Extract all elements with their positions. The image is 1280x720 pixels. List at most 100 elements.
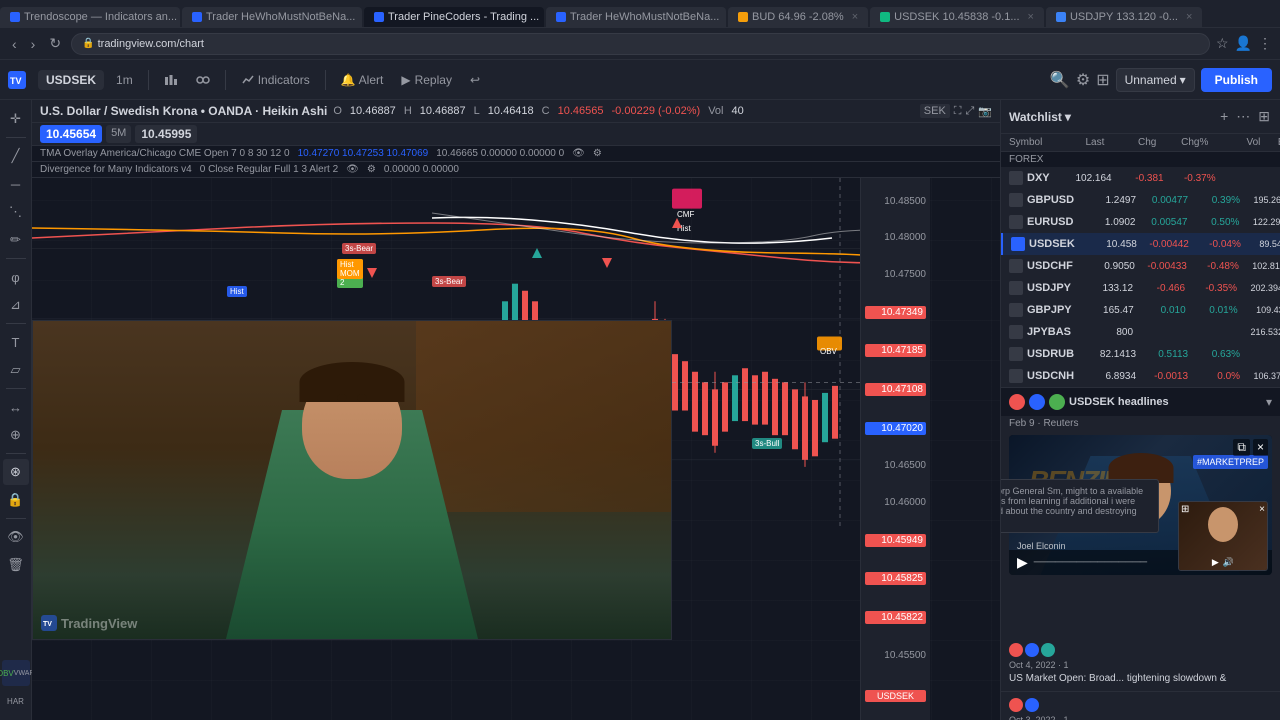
layout-icon[interactable]: ⊞ [1096, 70, 1109, 90]
news-collapse-icon[interactable]: ▾ [1266, 395, 1272, 409]
publish-button[interactable]: Publish [1201, 68, 1272, 92]
menu-icon[interactable]: ⋮ [1258, 35, 1272, 52]
gbpjpy-last: 165.47 [1074, 305, 1134, 316]
chart-main[interactable]: CMF Hist OBV Stoch CMF 2 RSI [32, 178, 1000, 720]
cursor-tool[interactable]: ✛ [3, 106, 29, 132]
watchlist-menu-icon[interactable]: ⋯ [1234, 106, 1252, 127]
text-tool[interactable]: T [3, 329, 29, 355]
tab-trader1[interactable]: Trader HeWhoMustNotBeNa... × [182, 7, 362, 27]
tab-trendoscope[interactable]: Trendoscope — Indicators an... × [0, 7, 180, 27]
settings-icon-2[interactable]: ⚙ [367, 164, 376, 175]
mini-vol-btn[interactable]: 🔊 [1223, 557, 1234, 568]
currency-label: SEK [920, 104, 950, 118]
eye-indicator-icon[interactable]: 👁 [572, 148, 585, 159]
tab-usdjpy[interactable]: USDJPY 133.120 -0... × [1046, 7, 1202, 27]
wl-row-usdjpy[interactable]: USDJPY 133.12 -0.466 -0.35% 202.394K [1001, 277, 1280, 299]
wl-row-gbpjpy[interactable]: GBPJPY 165.47 0.010 0.01% 109.43K [1001, 299, 1280, 321]
wl-row-usdchf[interactable]: USDCHF 0.9050 -0.00433 -0.48% 102.814K [1001, 255, 1280, 277]
wl-row-eurusd[interactable]: EURUSD 1.0902 0.00547 0.50% 122.293K [1001, 211, 1280, 233]
back-btn[interactable]: ‹ [8, 34, 21, 54]
settings-indicator-icon[interactable]: ⚙ [593, 148, 602, 159]
video-close-icon[interactable]: × [1253, 439, 1268, 456]
horizontal-line-tool[interactable]: ─ [3, 171, 29, 197]
pip-icon[interactable]: ⧉ [1233, 439, 1250, 456]
tab-pinecoders[interactable]: Trader PineCoders - Trading ... × [364, 7, 544, 27]
timeframe-small[interactable]: 5M [106, 125, 131, 143]
channel-tool[interactable]: ⋱ [3, 199, 29, 225]
wl-row-dxy[interactable]: DXY 102.164 -0.381 -0.37% [1001, 167, 1280, 189]
lock-tool[interactable]: 🔒 [3, 487, 29, 513]
tab-close[interactable]: × [1028, 11, 1034, 23]
trend-line-tool[interactable]: ╱ [3, 143, 29, 169]
indicators-btn[interactable]: Indicators [235, 69, 316, 91]
search-icon[interactable]: 🔍 [1050, 70, 1070, 90]
profile-icon[interactable]: 👤 [1235, 35, 1252, 52]
indicator-tag-obv[interactable]: OBV VWAP [2, 660, 30, 686]
tab-usdsek[interactable]: USDSEK 10.45838 -0.1... × [870, 7, 1044, 27]
news-item-2[interactable]: Oct 3, 2022 · 1 US Market Open: Pound an… [1001, 692, 1280, 720]
wl-sym-gbpjpy: GBPJPY [1009, 303, 1072, 317]
vol-label: Vol [708, 105, 723, 117]
tab-close[interactable]: × [1186, 11, 1192, 23]
magnet-tool[interactable]: ⊛ [3, 459, 29, 485]
undo-btn[interactable]: ↩ [464, 69, 486, 91]
ticker-selector[interactable]: USDSEK [38, 70, 104, 90]
candles-area: CMF Hist OBV Stoch CMF 2 RSI [32, 178, 930, 720]
wl-row-jpybas[interactable]: JPYBAS 800 216.532K [1001, 321, 1280, 343]
watchlist-grid-icon[interactable]: ⊞ [1256, 106, 1272, 127]
wl-row-usdcnh[interactable]: USDCNH 6.8934 -0.0013 0.0% 106.372K [1001, 365, 1280, 387]
forward-btn[interactable]: › [27, 34, 40, 54]
news-item-1[interactable]: Oct 4, 2022 · 1 US Market Open: Broad...… [1001, 637, 1280, 692]
shape-tool[interactable]: ▱ [3, 357, 29, 383]
unnamed-dropdown[interactable]: Unnamed ▾ [1116, 68, 1195, 92]
timeframe-selector[interactable]: 1m [110, 69, 139, 91]
tool-separator-4 [6, 388, 26, 389]
play-button[interactable]: ▶ [1017, 554, 1028, 571]
watchlist-table-header: Symbol Last Chg Chg% Vol Ext [1001, 134, 1280, 152]
watchlist-title[interactable]: Watchlist ▾ [1009, 110, 1071, 124]
eye-tool[interactable]: 👁 [3, 524, 29, 550]
gbpjpy-chgpct: 0.01% [1188, 305, 1238, 316]
add-symbol-icon[interactable]: + [1218, 106, 1230, 127]
settings-icon[interactable]: ⚙ [1076, 70, 1090, 90]
obv-label: OBV [0, 669, 14, 678]
zoom-tool[interactable]: ⊕ [3, 422, 29, 448]
brush-tool[interactable]: ✏ [3, 227, 29, 253]
snapshot-icon[interactable]: 📷 [978, 105, 992, 118]
eye-icon-2[interactable]: 👁 [346, 164, 359, 175]
news-icon-blue-2 [1025, 698, 1039, 712]
wl-row-usdrub[interactable]: USDRUB 82.1413 0.5113 0.63% 0 [1001, 343, 1280, 365]
fullscreen-icon[interactable]: ⤢ [965, 105, 974, 118]
tradingview-logo[interactable]: TV [8, 71, 26, 89]
tab-trader2[interactable]: Trader HeWhoMustNotBeNa... × [546, 7, 726, 27]
mini-close-btn[interactable]: × [1259, 504, 1265, 515]
gann-tool[interactable]: ⊿ [3, 292, 29, 318]
indicator-tag-har[interactable]: HAR [2, 688, 30, 714]
current-price-box[interactable]: 10.45654 [40, 125, 102, 143]
wl-row-usdsek[interactable]: USDSEK 10.458 -0.00442 -0.04% 89.547K [1001, 233, 1280, 255]
trash-tool[interactable]: 🗑 [3, 552, 29, 578]
mini-play-btn[interactable]: ▶ [1212, 557, 1219, 568]
tab-close[interactable]: × [852, 11, 858, 23]
tab-bud[interactable]: BUD 64.96 -2.08% × [728, 7, 868, 27]
wl-row-gbpusd[interactable]: GBPUSD 1.2497 0.00477 0.39% 195.266K [1001, 189, 1280, 211]
col-chg: Chg [1106, 137, 1156, 148]
refresh-btn[interactable]: ↻ [45, 33, 65, 54]
measure-tool[interactable]: ↔ [3, 394, 29, 420]
alert-btn[interactable]: 🔔 Alert [335, 69, 390, 91]
bookmark-icon[interactable]: ☆ [1216, 35, 1229, 52]
chart-type-btn[interactable] [158, 69, 184, 91]
gbpjpy-vol: 109.43K [1240, 305, 1280, 315]
price-45949: 10.45949 [865, 534, 926, 547]
fib-tool[interactable]: φ [3, 264, 29, 290]
second-price-box[interactable]: 10.45995 [135, 125, 197, 143]
tma-indicator-values2: 10.46665 0.00000 0.00000 0 [436, 148, 564, 159]
compare-btn[interactable] [190, 69, 216, 91]
usdchf-vol: 102.814K [1241, 261, 1280, 271]
tma-indicator-label[interactable]: TMA Overlay America/Chicago CME Open 7 0… [40, 148, 290, 159]
replay-btn[interactable]: ▶ Replay [395, 70, 458, 90]
div-indicator-label[interactable]: Divergence for Many Indicators v4 [40, 164, 192, 175]
mini-expand-btn[interactable]: ⊞ [1181, 504, 1189, 515]
expand-icon[interactable]: ⛶ [954, 105, 962, 118]
address-input[interactable]: 🔒 tradingview.com/chart [71, 33, 1210, 55]
